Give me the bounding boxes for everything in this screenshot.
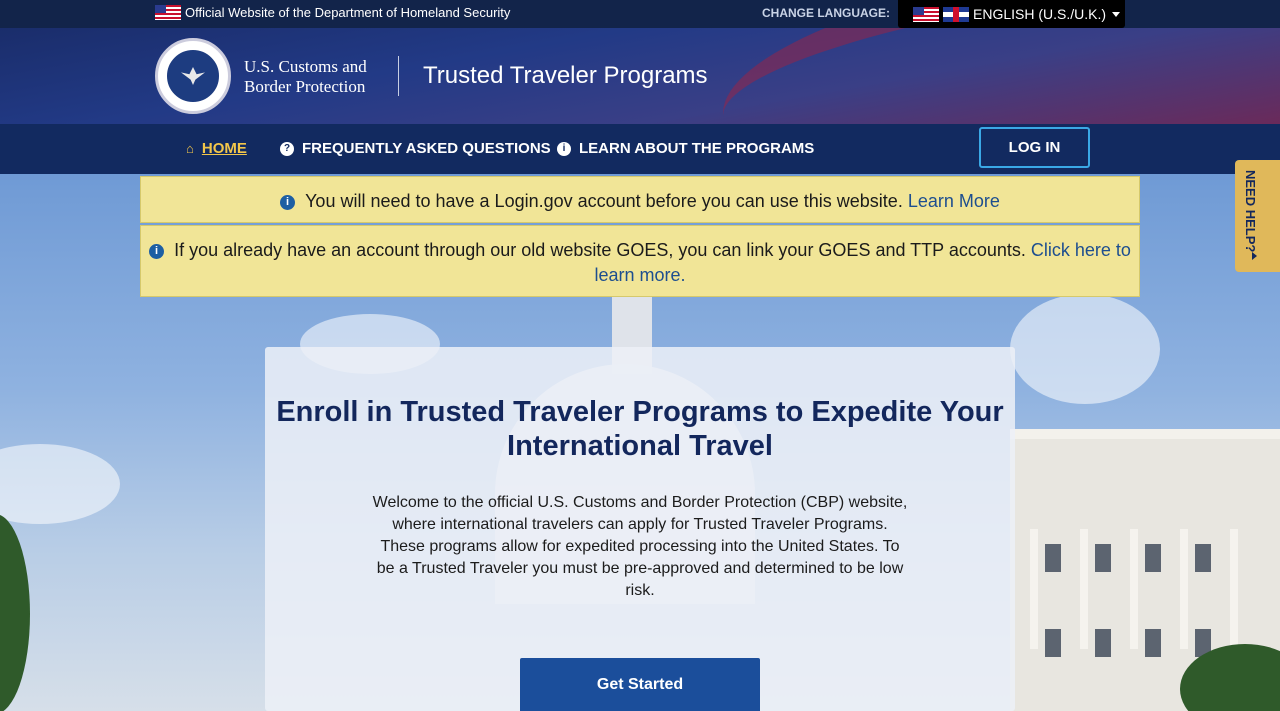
- caret-right-icon: [1252, 252, 1257, 260]
- official-banner: Official Website of the Department of Ho…: [0, 0, 1280, 28]
- main-nav: ⌂ HOME ? FREQUENTLY ASKED QUESTIONS i LE…: [0, 124, 1280, 174]
- page-title: Trusted Traveler Programs: [423, 62, 708, 89]
- need-help-label: NEED HELP?: [1243, 170, 1258, 253]
- change-language-label: CHANGE LANGUAGE:: [762, 6, 890, 20]
- building-window: [1195, 544, 1211, 572]
- building-column: [1030, 529, 1038, 649]
- chevron-down-icon: [1112, 11, 1121, 17]
- nav-home-label: HOME: [201, 140, 247, 157]
- info-circle-icon: i: [557, 141, 571, 156]
- building-window: [1045, 629, 1061, 657]
- building-window: [1095, 629, 1111, 657]
- agency-line-1: U.S. Customs and: [244, 57, 367, 76]
- welcome-description: Welcome to the official U.S. Customs and…: [372, 494, 908, 599]
- building-window: [1145, 629, 1161, 657]
- us-flag-icon: [913, 6, 939, 22]
- cloud-shape: [0, 444, 120, 524]
- enroll-heading: Enroll in Trusted Traveler Programs to E…: [276, 396, 1004, 462]
- building-column: [1230, 529, 1238, 649]
- enroll-card: Enroll in Trusted Traveler Programs to E…: [265, 347, 1015, 711]
- building-window: [1145, 544, 1161, 572]
- tree-shape: [0, 514, 30, 711]
- dhs-seal-logo[interactable]: [155, 38, 231, 114]
- flag-wave-decoration: [709, 28, 1280, 124]
- nav-learn-label: LEARN ABOUT THE PROGRAMS: [579, 140, 815, 157]
- nav-home[interactable]: ⌂ HOME: [186, 140, 247, 157]
- building-window: [1045, 544, 1061, 572]
- login-button[interactable]: LOG IN: [979, 127, 1090, 168]
- site-header: U.S. Customs and Border Protection Trust…: [0, 28, 1280, 124]
- building-column: [1180, 529, 1188, 649]
- need-help-tab[interactable]: NEED HELP?: [1235, 160, 1280, 272]
- agency-line-2: Border Protection: [244, 77, 366, 96]
- official-notice: Official Website of the Department of Ho…: [155, 5, 510, 20]
- login-gov-alert: i You will need to have a Login.gov accou…: [140, 176, 1140, 223]
- goes-link-alert: i If you already have an account through …: [140, 225, 1140, 297]
- get-started-button[interactable]: Get Started: [520, 658, 760, 711]
- building-column: [1080, 529, 1088, 649]
- cloud-shape: [1010, 294, 1160, 404]
- language-selector[interactable]: ENGLISH (U.S./U.K.): [898, 0, 1125, 28]
- header-divider: [398, 56, 399, 96]
- home-icon: ⌂: [186, 141, 194, 156]
- nav-faq-label: FREQUENTLY ASKED QUESTIONS: [302, 140, 551, 157]
- nav-faq[interactable]: ? FREQUENTLY ASKED QUESTIONS: [280, 140, 551, 157]
- nav-learn-programs[interactable]: i LEARN ABOUT THE PROGRAMS: [557, 140, 814, 157]
- language-selected-text: ENGLISH (U.S./U.K.): [973, 6, 1107, 22]
- us-flag-icon: [155, 5, 181, 20]
- learn-more-link[interactable]: Learn More: [908, 191, 1000, 211]
- eagle-icon: [181, 67, 205, 85]
- alert-2-text: If you already have an account through o…: [174, 240, 1026, 260]
- alert-1-text: You will need to have a Login.gov accoun…: [305, 191, 903, 211]
- seal-inner: [165, 48, 221, 104]
- uk-flag-icon: [943, 6, 969, 22]
- question-circle-icon: ?: [280, 141, 294, 156]
- agency-name[interactable]: U.S. Customs and Border Protection: [244, 57, 367, 97]
- info-circle-icon: i: [280, 194, 296, 210]
- building-column: [1130, 529, 1138, 649]
- building-window: [1095, 544, 1111, 572]
- official-text: Official Website of the Department of Ho…: [185, 5, 511, 20]
- info-circle-icon: i: [149, 244, 165, 259]
